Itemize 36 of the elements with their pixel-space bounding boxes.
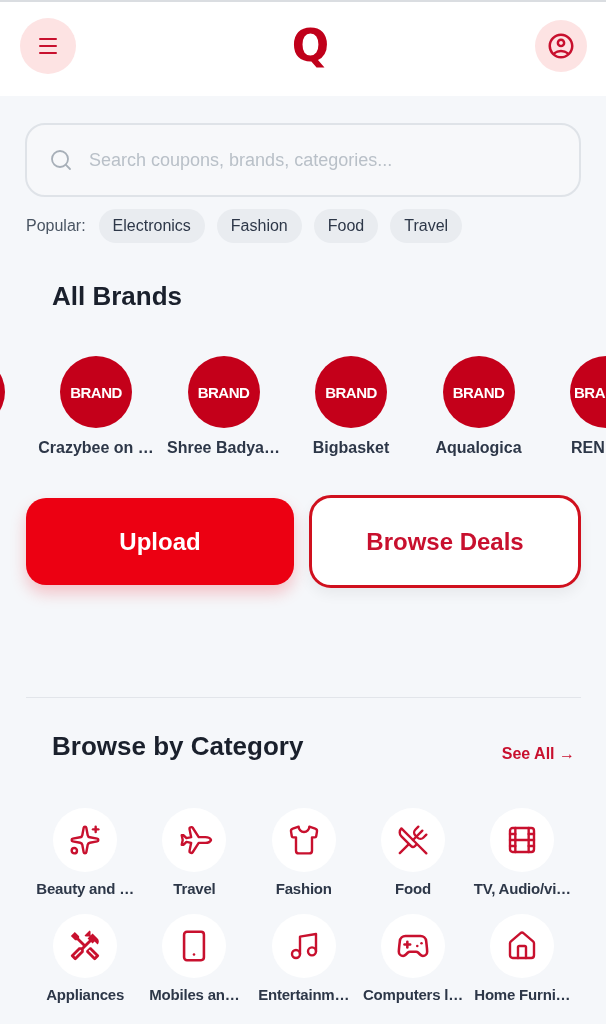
category-label: Computers l…	[362, 986, 464, 1004]
section-title: All Brands	[52, 280, 183, 312]
category-label: Entertainm…	[258, 986, 350, 1004]
section-title: Browse by Category	[52, 730, 304, 762]
category-label: Travel	[173, 880, 216, 898]
user-icon	[546, 31, 576, 61]
brand-name: Aqualogica	[435, 438, 522, 458]
category-label: Fashion	[275, 880, 332, 898]
see-all-link[interactable]: See All →	[501, 744, 575, 764]
brand-logo[interactable]: BRAND	[442, 356, 515, 428]
brand-name: Crazybee on …	[38, 438, 154, 458]
browse-deals-button[interactable]: Browse Deals	[309, 495, 581, 588]
menu-button[interactable]	[20, 18, 76, 74]
tag-chip[interactable]: Electronics	[98, 209, 205, 243]
brand-logo[interactable]: BRAND	[187, 356, 260, 428]
brand-logo[interactable]: BRAND	[315, 356, 387, 428]
category-label: Mobiles an…	[149, 986, 240, 1004]
tag-chip[interactable]: Food	[313, 209, 379, 243]
brand-logo[interactable]: BRAND	[60, 356, 132, 428]
category-label: Food	[395, 880, 431, 898]
popular-label: Popular:	[26, 217, 86, 235]
tag-chip[interactable]: Fashion	[216, 209, 302, 243]
upload-button[interactable]: Upload	[26, 498, 294, 585]
tag-chip[interactable]: Travel	[390, 209, 463, 243]
brand-name: Shree Badya…	[167, 438, 280, 458]
category-label: Beauty and …	[36, 880, 134, 898]
category-label: Home Furni…	[474, 986, 571, 1004]
profile-button[interactable]	[535, 20, 587, 72]
brand-logo[interactable]: BRA	[570, 356, 606, 428]
category-label: TV, Audio/vi…	[473, 880, 571, 898]
brand-name: Bigbasket	[312, 438, 390, 458]
search-field[interactable]: Search coupons, brands, categories...	[25, 123, 581, 197]
brand-name: REN	[570, 438, 605, 458]
category-label: Appliances	[46, 986, 125, 1004]
logo: Q	[291, 24, 330, 68]
search-icon	[49, 148, 73, 172]
